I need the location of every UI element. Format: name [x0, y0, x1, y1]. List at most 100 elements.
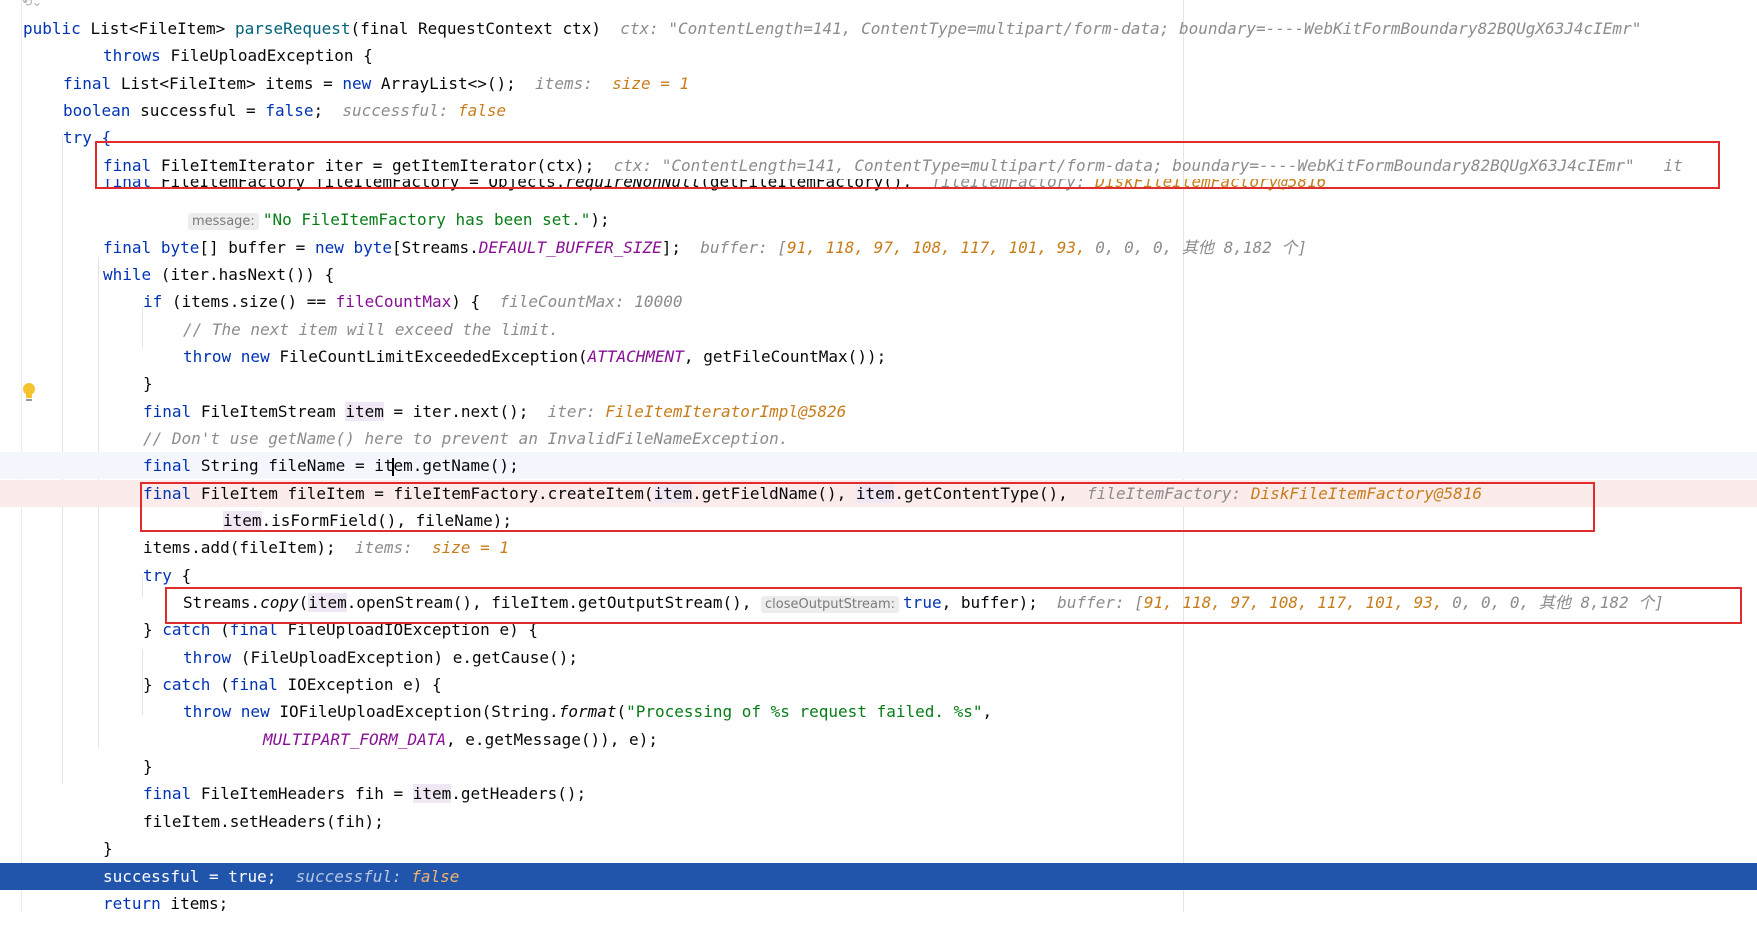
code-text: FileItemIterator iter = getItemIterator(…	[160, 156, 595, 175]
code-line: fileItem.setHeaders(fih);	[0, 808, 1757, 835]
code-text: em.getName();	[393, 456, 519, 475]
code-text: .getHeaders();	[451, 784, 587, 803]
code-line: throw new FileCountLimitExceededExceptio…	[0, 343, 1757, 370]
variable-usage: item	[412, 784, 452, 803]
code-text: FileItemFactory fileItemFactory = Object…	[160, 179, 566, 191]
code-text: items;	[160, 894, 229, 912]
code-line: // The next item will exceed the limit.	[0, 316, 1757, 343]
keyword: try	[143, 566, 172, 585]
code-line: final FileItemIterator iter = getItemIte…	[0, 152, 1757, 179]
variable-usage: item	[308, 593, 347, 612]
code-text: }	[143, 675, 163, 694]
code-text: FileCountLimitExceededException(	[269, 347, 588, 366]
code-text: }	[143, 757, 153, 776]
code-line: if (items.size() == fileCountMax) { file…	[0, 288, 1757, 315]
keyword: new	[314, 238, 344, 257]
code-text: .isFormField(), fileName);	[261, 511, 512, 530]
keyword: byte	[353, 238, 393, 257]
code-text: (items.size() ==	[171, 292, 336, 311]
debug-label: 0, 0, 0, 其他 8,182 个]	[1452, 593, 1664, 612]
debug-label: iter:	[547, 402, 606, 421]
code-text: [] buffer =	[199, 238, 315, 257]
debug-value-hint: ctx: "ContentLength=141, ContentType=mul…	[613, 156, 1635, 175]
debug-label: successful:	[342, 101, 458, 120]
method-name: format	[558, 702, 617, 721]
code-text: String fileName = it	[200, 456, 394, 475]
code-comment: // The next item will exceed the limit.	[183, 320, 559, 339]
parameter-hint: closeOutputStream:	[760, 596, 900, 613]
debug-value: size = 1	[612, 74, 690, 93]
code-line: }	[0, 753, 1757, 780]
keyword: final	[143, 402, 192, 421]
code-text: [Streams.	[392, 238, 479, 257]
keyword: true	[228, 867, 267, 886]
keyword: byte	[160, 238, 200, 257]
execution-line: successful = true; successful: false	[0, 863, 1757, 890]
code-line: }	[0, 370, 1757, 397]
code-text: successful =	[103, 867, 229, 886]
debug-value: false	[411, 867, 460, 886]
debug-value-hint: fileCountMax: 10000	[499, 292, 683, 311]
keyword: final	[103, 238, 152, 257]
code-text: List<FileItem>	[90, 19, 235, 38]
code-line: public List<FileItem> parseRequest(final…	[0, 15, 1757, 42]
keyword: throw	[183, 648, 232, 667]
code-text: (	[298, 593, 309, 612]
debug-value: DiskFileItemFactory@5816	[1250, 484, 1482, 503]
code-text: .getContentType(),	[894, 484, 1068, 503]
code-text: (iter.hasNext()) {	[151, 265, 335, 284]
code-text: ArrayList<>();	[380, 74, 516, 93]
keyword: catch	[162, 620, 211, 639]
code-text: (FileUploadException) e.getCause();	[231, 648, 578, 667]
code-text: .getFieldName(),	[692, 484, 856, 503]
code-text: ;	[266, 867, 277, 886]
code-text: IOException e) {	[287, 675, 442, 694]
keyword: boolean	[63, 101, 131, 120]
keyword: final	[143, 484, 192, 503]
code-line: MULTIPART_FORM_DATA, e.getMessage()), e)…	[0, 726, 1757, 753]
debug-value: FileItemIteratorImpl@5826	[605, 402, 847, 421]
keyword: if	[143, 292, 163, 311]
constant: DEFAULT_BUFFER_SIZE	[478, 238, 662, 257]
code-text: ;	[313, 101, 324, 120]
keyword: final	[63, 74, 112, 93]
code-text: items.add(fileItem);	[143, 538, 336, 557]
code-line: final List<FileItem> items = new ArrayLi…	[0, 70, 1757, 97]
debug-value: size = 1	[432, 538, 510, 557]
code-text: ) {	[451, 292, 481, 311]
code-text: (final RequestContext ctx)	[350, 19, 601, 38]
keyword: while	[103, 265, 152, 284]
code-text: ];	[661, 238, 682, 257]
code-line: item.isFormField(), fileName);	[0, 507, 1757, 534]
keyword: throw new	[183, 702, 270, 721]
debug-label: fileItemFactory:	[1087, 484, 1251, 503]
code-text: FileItemStream	[200, 402, 346, 421]
code-line: final String fileName = item.getName();	[0, 452, 1757, 479]
code-line: final byte[] buffer = new byte[Streams.D…	[0, 234, 1757, 261]
variable-usage: item	[223, 511, 262, 530]
code-line: throw (FileUploadException) e.getCause()…	[0, 644, 1757, 671]
code-text: , buffer);	[941, 593, 1038, 612]
debug-value: false	[457, 101, 507, 120]
fold-chevron-icon[interactable]: ⟲⌄	[22, 0, 42, 9]
lightbulb-icon[interactable]	[22, 382, 36, 406]
keyword: final	[143, 456, 192, 475]
code-line: return items;	[0, 890, 1757, 912]
string-literal: "No FileItemFactory has been set."	[262, 210, 591, 229]
code-text: successful =	[140, 101, 266, 120]
code-text: List<FileItem> items =	[120, 74, 343, 93]
debug-label: it	[1663, 156, 1683, 175]
code-text: fileItem.setHeaders(fih);	[143, 812, 384, 831]
keyword: final	[103, 179, 152, 191]
constant: ATTACHMENT	[587, 347, 684, 366]
code-line: final FileItem fileItem = fileItemFactor…	[0, 480, 1757, 507]
code-line: items.add(fileItem); items: size = 1	[0, 534, 1757, 561]
keyword: final	[103, 156, 152, 175]
keyword: new	[342, 74, 372, 93]
code-line: } catch (final IOException e) {	[143, 675, 442, 694]
debug-label: items:	[535, 74, 603, 93]
keyword: final	[229, 675, 278, 694]
keyword: throw new	[183, 347, 270, 366]
code-editor[interactable]: ⟲⌄ public List<FileItem> parseRequest(fi…	[0, 0, 1757, 912]
method-name: copy	[260, 593, 299, 612]
